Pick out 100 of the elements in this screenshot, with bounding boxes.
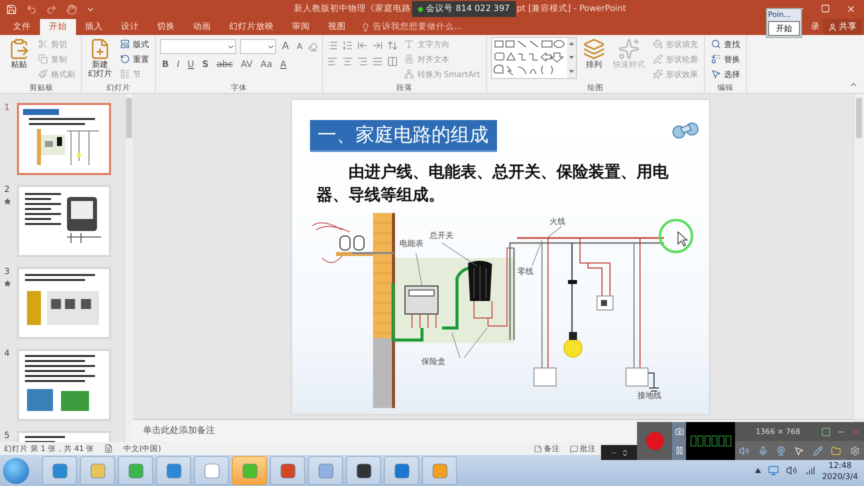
search-icon (710, 39, 721, 49)
font-format-button[interactable]: Aa (258, 58, 274, 72)
ribbon-button[interactable]: 选择 (708, 67, 742, 81)
window-title: 新人教版初中物理《家庭电路 (294, 3, 411, 15)
columns-icon (387, 56, 398, 67)
align-right-icon (357, 56, 368, 67)
slide-thumbnail[interactable] (17, 103, 111, 175)
diagram-label: 保险盒 (422, 356, 446, 367)
ribbon-button[interactable]: 新建 幻灯片 (86, 37, 114, 79)
camera-icon (674, 427, 684, 436)
quick-styles-icon (618, 38, 640, 60)
scrollbar[interactable] (124, 94, 133, 442)
ribbon-tab[interactable]: 幻灯片放映 (220, 19, 283, 35)
volume-icon (786, 465, 798, 476)
paint-bucket-icon (652, 39, 663, 49)
settings-icon (850, 446, 860, 456)
taskbar-app-button[interactable] (346, 456, 381, 485)
ribbon-tab[interactable]: 文件 (4, 19, 40, 35)
ribbon-tab[interactable]: 开始 (40, 19, 76, 35)
shrink-font-button[interactable]: A (294, 40, 304, 54)
ribbon-tab[interactable]: 动画 (184, 19, 220, 35)
collapse-ribbon-icon (849, 80, 858, 89)
recorder-mini-panel[interactable] (601, 445, 637, 460)
paintbrush-icon (38, 69, 48, 79)
snapshot-button[interactable] (672, 422, 686, 441)
undo-icon (26, 4, 37, 14)
numbering-icon (342, 40, 354, 51)
increase-indent-icon (372, 40, 384, 51)
section-icon (120, 69, 130, 79)
arrange-icon (582, 38, 605, 60)
timer-display-drawing (690, 435, 732, 447)
ribbon-button[interactable]: 粘贴 (6, 37, 32, 70)
ribbon-tab[interactable]: 插入 (76, 19, 112, 35)
justify-icon (372, 56, 384, 67)
sparkle-icon (652, 69, 663, 79)
cursor-highlight-icon (658, 218, 694, 254)
decrease-indent-icon (357, 40, 368, 51)
pointer-icon (710, 69, 721, 79)
ribbon-button[interactable]: 重置 (118, 52, 151, 66)
font-name-field[interactable] (160, 39, 236, 54)
slide-number: 4 (4, 349, 10, 359)
font-format-button[interactable]: S (200, 58, 211, 72)
sign-in-link[interactable]: 录 (811, 19, 820, 35)
start-button[interactable] (3, 458, 29, 484)
smartart-icon (404, 69, 414, 79)
pause-button[interactable] (672, 441, 686, 460)
font-format-button[interactable]: I (174, 58, 182, 72)
ribbon-button[interactable]: 排列 (580, 37, 607, 70)
slide-title: 一、家庭电路的组成 (310, 120, 496, 150)
maximize-icon (821, 4, 830, 13)
monitor-icon (768, 465, 780, 476)
font-size-field[interactable] (240, 39, 276, 54)
grow-font-button[interactable]: A (280, 40, 291, 54)
shapes-gallery[interactable] (490, 37, 577, 79)
start-button[interactable]: 开始 (768, 21, 800, 36)
slide-number: 1 (4, 103, 10, 113)
scrollbar[interactable] (853, 94, 864, 418)
text-direction-icon (404, 39, 414, 49)
pen-icon (652, 54, 663, 64)
scissors-icon (38, 39, 48, 49)
diagram-label: 零线 (518, 266, 534, 277)
diagram-label: 总开关 (430, 230, 454, 241)
align-center-icon (342, 56, 354, 67)
align-text-icon (404, 54, 414, 64)
clock[interactable]: 12:48 2020/3/4 (822, 460, 858, 482)
font-format-button[interactable]: AV (238, 58, 255, 72)
close-icon (851, 426, 861, 436)
pause-icon (674, 446, 684, 455)
pencil-icon (812, 446, 823, 456)
notes-field[interactable]: 单击此处添加备注 (141, 425, 345, 437)
ribbon-tab[interactable]: 视图 (319, 19, 355, 35)
touch-mode-icon (66, 4, 77, 14)
slide-number: 2 (4, 185, 10, 195)
speaker-icon (739, 446, 750, 456)
tell-me-field[interactable]: 告诉我您想要做什么... (373, 22, 483, 32)
microphone-icon (758, 446, 768, 456)
diagram-label: 电能表 (400, 238, 424, 249)
diagram-label: 火线 (550, 216, 566, 227)
comment-icon (570, 444, 578, 452)
slide-number: 3 (4, 267, 10, 277)
person-icon (828, 22, 837, 32)
cursor-icon (794, 446, 804, 456)
diagram-label: 接地线 (638, 390, 662, 401)
font-format-button[interactable]: A (278, 58, 288, 72)
font-format-button[interactable]: abc (214, 58, 235, 72)
ribbon-button[interactable]: 替换 (708, 52, 742, 66)
ribbon-button[interactable]: 查找 (708, 37, 742, 51)
ribbon-tab[interactable]: 设计 (112, 19, 148, 35)
font-format-button[interactable]: B (160, 58, 171, 72)
layout-icon (120, 39, 130, 49)
show-hidden-icons-icon[interactable] (755, 468, 762, 473)
paste-icon (8, 38, 30, 60)
ribbon-button[interactable]: 版式 (118, 37, 151, 51)
save-icon (6, 4, 17, 14)
new-slide-icon (89, 38, 111, 60)
ribbon-tab[interactable]: 切换 (148, 19, 184, 35)
font-format-button[interactable]: U (186, 58, 196, 72)
share-button[interactable]: 共享 (823, 19, 862, 35)
align-left-icon (327, 56, 338, 67)
ribbon-tab[interactable]: 审阅 (283, 19, 319, 35)
